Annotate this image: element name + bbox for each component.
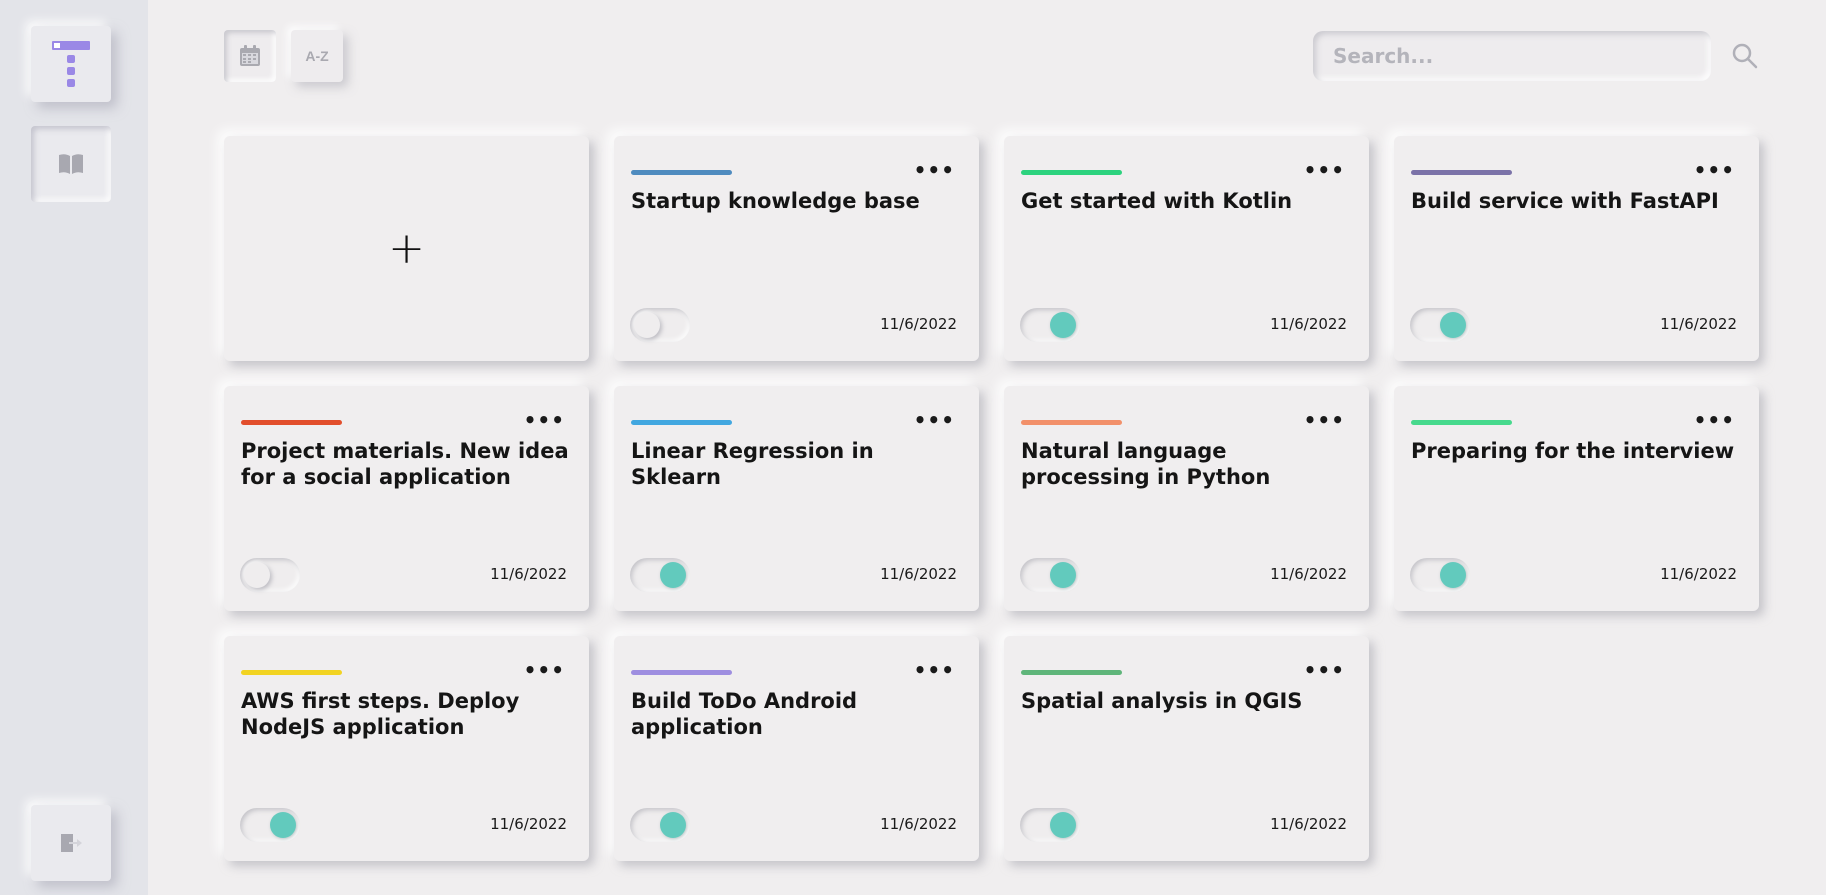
card-date: 11/6/2022 xyxy=(1660,565,1737,583)
note-card[interactable]: ••• Get started with Kotlin 11/6/2022 xyxy=(1004,136,1369,361)
more-options-icon[interactable]: ••• xyxy=(1694,410,1735,430)
card-title: Get started with Kotlin xyxy=(1021,189,1293,213)
note-card[interactable]: ••• Build ToDo Android application 11/6/20… xyxy=(614,636,979,861)
card-toggle[interactable] xyxy=(240,558,300,592)
calendar-icon xyxy=(240,45,260,66)
more-options-icon[interactable]: ••• xyxy=(914,660,955,680)
toggle-knob xyxy=(270,812,296,838)
book-icon xyxy=(59,154,83,174)
search-icon[interactable] xyxy=(1731,42,1759,70)
search-input[interactable] xyxy=(1313,31,1711,81)
more-options-icon[interactable]: ••• xyxy=(524,410,565,430)
more-options-icon[interactable]: ••• xyxy=(1304,410,1345,430)
card-title: Spatial analysis in QGIS xyxy=(1021,689,1303,713)
card-color-bar xyxy=(241,420,342,425)
add-card-button[interactable]: + xyxy=(224,136,589,361)
note-card[interactable]: ••• Natural language processing in Python… xyxy=(1004,386,1369,611)
note-card[interactable]: ••• Startup knowledge base 11/6/2022 xyxy=(614,136,979,361)
note-card[interactable]: ••• Build service with FastAPI 11/6/2022 xyxy=(1394,136,1759,361)
tasks-logo-icon xyxy=(52,41,90,87)
more-options-icon[interactable]: ••• xyxy=(1304,660,1345,680)
more-options-icon[interactable]: ••• xyxy=(914,410,955,430)
sort-alphabetical-button[interactable]: A-Z xyxy=(291,30,343,82)
more-options-icon[interactable]: ••• xyxy=(1694,160,1735,180)
more-options-icon[interactable]: ••• xyxy=(524,660,565,680)
toggle-knob xyxy=(660,812,686,838)
card-color-bar xyxy=(241,670,342,675)
card-title: Preparing for the interview xyxy=(1411,439,1735,463)
card-date: 11/6/2022 xyxy=(1270,315,1347,333)
card-toggle[interactable] xyxy=(1410,308,1470,342)
toggle-knob xyxy=(244,562,270,588)
card-title: Linear Regression in Sklearn xyxy=(631,439,874,489)
toggle-knob xyxy=(1440,312,1466,338)
card-title: Startup knowledge base xyxy=(631,189,920,213)
card-title: Natural language processing in Python xyxy=(1021,439,1271,489)
toggle-knob xyxy=(660,562,686,588)
card-date: 11/6/2022 xyxy=(490,815,567,833)
more-options-icon[interactable]: ••• xyxy=(1304,160,1345,180)
toggle-knob xyxy=(1050,562,1076,588)
card-toggle[interactable] xyxy=(630,308,690,342)
notes-grid: + ••• Startup knowledge base 11/6/2022 ••• G… xyxy=(224,136,1759,861)
card-color-bar xyxy=(631,420,732,425)
card-date: 11/6/2022 xyxy=(490,565,567,583)
app-logo-button[interactable] xyxy=(31,26,111,102)
card-date: 11/6/2022 xyxy=(1270,565,1347,583)
sort-by-date-button[interactable] xyxy=(224,30,276,82)
note-card[interactable]: ••• AWS first steps. Deploy NodeJS applic… xyxy=(224,636,589,861)
note-card[interactable]: ••• Spatial analysis in QGIS 11/6/2022 xyxy=(1004,636,1369,861)
card-title: Build service with FastAPI xyxy=(1411,189,1719,213)
card-color-bar xyxy=(631,170,732,175)
toggle-knob xyxy=(1440,562,1466,588)
note-card[interactable]: ••• Project materials. New idea for a soc… xyxy=(224,386,589,611)
card-date: 11/6/2022 xyxy=(880,565,957,583)
note-card[interactable]: ••• Preparing for the interview 11/6/2022 xyxy=(1394,386,1759,611)
sidebar xyxy=(0,0,148,895)
card-color-bar xyxy=(1021,170,1122,175)
card-date: 11/6/2022 xyxy=(1270,815,1347,833)
card-title: Build ToDo Android application xyxy=(631,689,858,739)
nav-notes-button[interactable] xyxy=(31,126,111,202)
card-toggle[interactable] xyxy=(1020,808,1080,842)
more-options-icon[interactable]: ••• xyxy=(914,160,955,180)
card-toggle[interactable] xyxy=(240,808,300,842)
logout-icon xyxy=(61,834,82,852)
card-color-bar xyxy=(1021,420,1122,425)
note-card[interactable]: ••• Linear Regression in Sklearn 11/6/2022 xyxy=(614,386,979,611)
card-toggle[interactable] xyxy=(1410,558,1470,592)
card-date: 11/6/2022 xyxy=(880,815,957,833)
toggle-knob xyxy=(634,312,660,338)
card-color-bar xyxy=(1411,420,1512,425)
card-title: AWS first steps. Deploy NodeJS applicati… xyxy=(241,689,520,739)
toggle-knob xyxy=(1050,812,1076,838)
card-toggle[interactable] xyxy=(630,558,690,592)
toggle-knob xyxy=(1050,312,1076,338)
logout-button[interactable] xyxy=(31,805,111,881)
card-toggle[interactable] xyxy=(630,808,690,842)
card-title: Project materials. New idea for a social… xyxy=(241,439,569,489)
card-date: 11/6/2022 xyxy=(1660,315,1737,333)
card-color-bar xyxy=(1021,670,1122,675)
card-color-bar xyxy=(631,670,732,675)
card-toggle[interactable] xyxy=(1020,308,1080,342)
card-color-bar xyxy=(1411,170,1512,175)
card-date: 11/6/2022 xyxy=(880,315,957,333)
card-toggle[interactable] xyxy=(1020,558,1080,592)
